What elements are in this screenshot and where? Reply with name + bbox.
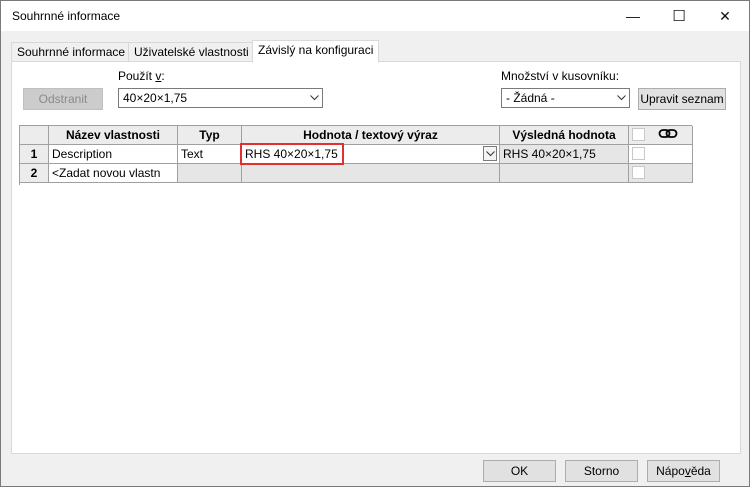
tab-summary[interactable]: Souhrnné informace xyxy=(11,42,132,62)
row-number[interactable]: 2 xyxy=(20,164,49,183)
chevron-down-icon xyxy=(613,89,629,107)
use-in-value: 40×20×1,75 xyxy=(123,91,188,105)
title-bar: Souhrnné informace — ☐ ✕ xyxy=(1,1,749,31)
highlight-box xyxy=(240,143,344,165)
close-button[interactable]: ✕ xyxy=(702,1,748,31)
header-type: Typ xyxy=(178,126,242,145)
dialog-footer: OK Storno Nápověda xyxy=(1,454,749,486)
bom-quantity-select[interactable]: - Žádná - xyxy=(501,88,630,108)
tab-label: Závislý na konfiguraci xyxy=(258,43,374,57)
value-dropdown-button[interactable] xyxy=(483,146,497,161)
row-result-cell: RHS 40×20×1,75 xyxy=(500,145,629,164)
minimize-button[interactable]: — xyxy=(610,1,656,31)
ok-label: OK xyxy=(510,464,529,478)
help-label: Nápověda xyxy=(656,464,711,478)
edit-list-button[interactable]: Upravit seznam xyxy=(638,88,726,110)
use-in-label: Použít v: xyxy=(118,69,165,83)
dialog-window: Souhrnné informace — ☐ ✕ Souhrnné inform… xyxy=(0,0,750,487)
tab-configuration-specific[interactable]: Závislý na konfiguraci xyxy=(252,40,380,63)
cancel-button[interactable]: Storno xyxy=(565,460,638,482)
row-type-cell[interactable] xyxy=(178,164,242,183)
delete-button[interactable]: Odstranit xyxy=(23,88,103,110)
row-link-cell xyxy=(629,145,693,164)
edit-list-label: Upravit seznam xyxy=(640,92,724,106)
row-number[interactable]: 1 xyxy=(20,145,49,164)
help-button[interactable]: Nápověda xyxy=(647,460,720,482)
delete-button-label: Odstranit xyxy=(38,92,88,106)
header-checkbox[interactable] xyxy=(632,128,645,141)
grid-corner xyxy=(20,126,49,145)
chevron-down-icon xyxy=(306,89,322,107)
use-in-select[interactable]: 40×20×1,75 xyxy=(118,88,323,108)
header-link xyxy=(629,126,693,145)
row-link-cell xyxy=(629,164,693,183)
tab-label: Souhrnné informace xyxy=(17,45,126,59)
cancel-label: Storno xyxy=(583,464,620,478)
maximize-button[interactable]: ☐ xyxy=(656,1,702,31)
row-checkbox[interactable] xyxy=(632,166,645,179)
tab-panel xyxy=(11,61,741,454)
maximize-icon: ☐ xyxy=(672,8,686,25)
tab-custom-properties[interactable]: Uživatelské vlastnosti xyxy=(128,42,255,62)
window-title: Souhrnné informace xyxy=(12,9,121,23)
bom-quantity-label: Množství v kusovníku: xyxy=(501,69,620,83)
close-icon: ✕ xyxy=(719,7,731,24)
header-result: Výsledná hodnota xyxy=(500,126,629,145)
row-result-cell xyxy=(500,164,629,183)
minimize-icon: — xyxy=(626,8,640,24)
new-property-cell[interactable]: <Zadat novou vlastn xyxy=(49,164,178,183)
row-type-cell[interactable]: Text xyxy=(178,145,242,164)
properties-grid: Název vlastnosti Typ Hodnota / textový v… xyxy=(19,125,693,185)
row-name-cell[interactable]: Description xyxy=(49,145,178,164)
row-checkbox[interactable] xyxy=(632,147,645,160)
link-icon xyxy=(658,127,678,144)
bom-quantity-value: - Žádná - xyxy=(506,91,555,105)
ok-button[interactable]: OK xyxy=(483,460,556,482)
header-name: Název vlastnosti xyxy=(49,126,178,145)
row-value-cell[interactable] xyxy=(242,164,500,183)
tab-label: Uživatelské vlastnosti xyxy=(134,45,249,59)
